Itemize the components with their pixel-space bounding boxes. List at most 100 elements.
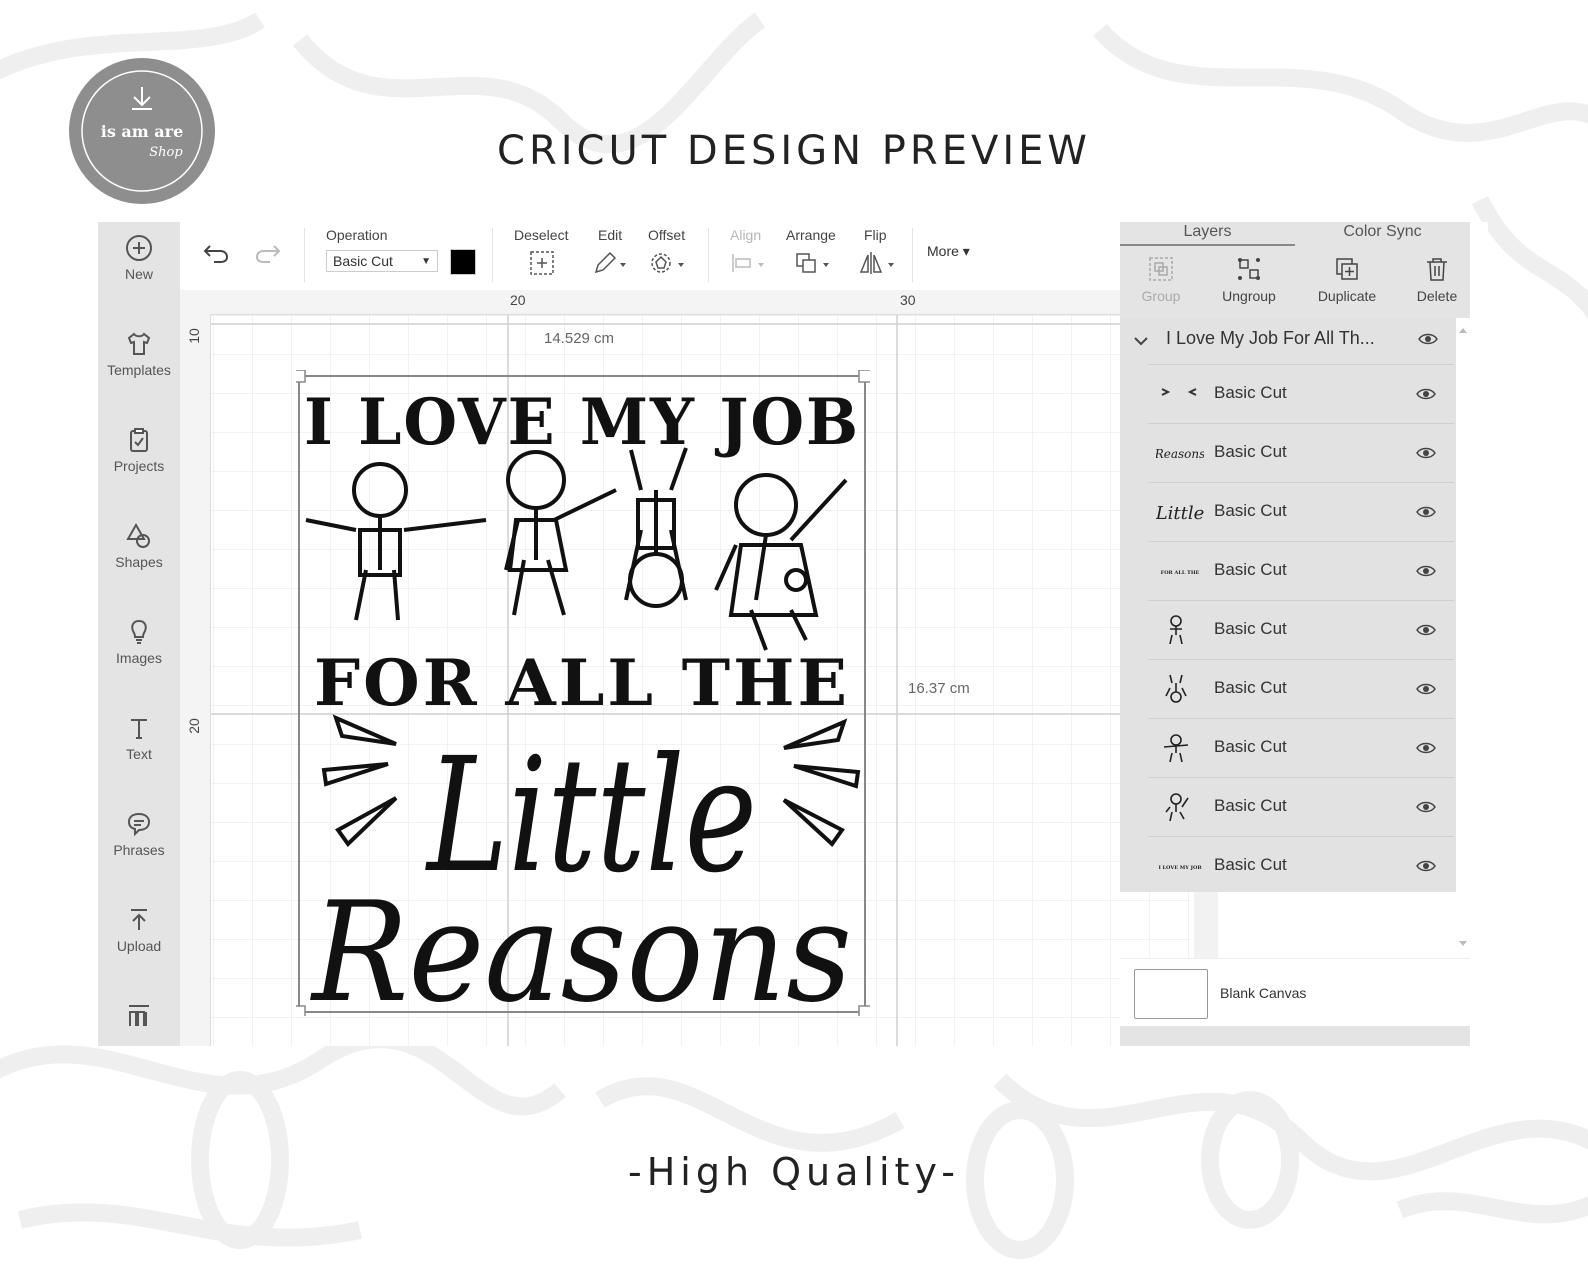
plus-circle-icon — [126, 235, 152, 261]
scroll-up-icon[interactable] — [1458, 326, 1468, 334]
resize-handle[interactable] — [858, 1005, 870, 1016]
eye-icon[interactable] — [1416, 682, 1436, 696]
layer-row[interactable]: Reasons Basic Cut — [1148, 423, 1454, 482]
height-dimension: 16.37 cm — [908, 680, 970, 697]
trash-icon — [1427, 258, 1447, 281]
offset-icon[interactable] — [648, 250, 692, 276]
layer-row[interactable]: Little Basic Cut — [1148, 482, 1454, 541]
kid-figure-1 — [305, 462, 487, 621]
layer-group-header[interactable]: I Love My Job For All Th... — [1120, 318, 1456, 364]
nav-phrases[interactable]: Phrases — [98, 798, 180, 888]
kid-figure-3 — [624, 447, 688, 608]
layer-row[interactable]: Basic Cut — [1148, 718, 1454, 777]
tab-layers[interactable]: Layers — [1120, 222, 1295, 246]
caret-down-icon: ▼ — [421, 256, 431, 267]
toolbar-divider — [708, 228, 709, 282]
chevron-down-icon[interactable] — [1134, 336, 1148, 346]
layer-row[interactable]: I LOVE MY JOB Basic Cut — [1148, 836, 1454, 895]
layer-actions: Group Ungroup Duplicate Delete — [1120, 246, 1470, 318]
nav-upload[interactable]: Upload — [98, 894, 180, 984]
ungroup-button[interactable]: Ungroup — [1214, 254, 1284, 304]
layer-label: Basic Cut — [1214, 619, 1287, 638]
blank-canvas-swatch[interactable] — [1134, 969, 1208, 1019]
eye-icon[interactable] — [1416, 564, 1436, 578]
kid-icon — [1163, 734, 1189, 763]
edit-label: Edit — [598, 227, 623, 243]
ungroup-label: Ungroup — [1222, 288, 1276, 304]
color-swatch[interactable] — [450, 249, 476, 275]
svg-text:Little: Little — [1156, 503, 1204, 524]
more-menu[interactable]: More ▾ — [927, 243, 970, 260]
eye-icon[interactable] — [1416, 446, 1436, 460]
kid-icon — [1169, 615, 1183, 645]
ruler-mark-20: 20 — [510, 292, 526, 308]
delete-button[interactable]: Delete — [1402, 254, 1472, 304]
eye-icon[interactable] — [1416, 800, 1436, 814]
ruler-mark-10: 10 — [185, 328, 202, 344]
kid-icon — [1165, 674, 1187, 703]
upload-icon — [131, 909, 147, 930]
duplicate-label: Duplicate — [1317, 288, 1377, 304]
nav-upload-label: Upload — [116, 938, 162, 954]
toolbar-divider — [912, 228, 913, 282]
ruler-mark-20-left: 20 — [185, 718, 202, 734]
clipboard-icon — [130, 428, 148, 452]
svg-text:I LOVE MY JOB: I LOVE MY JOB — [1158, 865, 1201, 871]
resize-handle[interactable] — [296, 370, 306, 383]
kid-figure-2 — [504, 450, 617, 616]
ruler-horizontal: 20 30 — [180, 290, 1190, 315]
ruler-vertical: 10 20 — [180, 314, 211, 1046]
duplicate-button[interactable]: Duplicate — [1312, 254, 1382, 304]
layer-list: I Love My Job For All Th... Basic Cut Re… — [1120, 318, 1456, 892]
eye-icon[interactable] — [1416, 623, 1436, 637]
nav-images[interactable]: Images — [98, 606, 180, 696]
layer-row[interactable]: Basic Cut — [1148, 659, 1454, 718]
layer-row[interactable]: Basic Cut — [1148, 600, 1454, 659]
scroll-down-icon[interactable] — [1458, 940, 1468, 948]
nav-new[interactable]: New — [98, 222, 180, 312]
eye-icon[interactable] — [1418, 332, 1438, 346]
kid-figure-4 — [714, 473, 848, 651]
operation-select[interactable]: Basic Cut ▼ — [326, 250, 438, 272]
deselect-icon[interactable] — [529, 250, 555, 276]
nav-projects[interactable]: Projects — [98, 414, 180, 504]
operation-value: Basic Cut — [333, 253, 393, 269]
layers-scrollbar[interactable] — [1456, 318, 1470, 958]
nav-shapes[interactable]: Shapes — [98, 510, 180, 600]
svg-text:Reasons: Reasons — [1156, 447, 1204, 461]
toolbar-divider — [492, 228, 493, 282]
panel-footer-bar — [1120, 1026, 1470, 1046]
eye-icon[interactable] — [1416, 859, 1436, 873]
undo-icon[interactable] — [202, 242, 230, 264]
selected-design[interactable]: I LOVE MY JOB FOR ALL THE Little Reasons — [296, 370, 870, 1016]
eye-icon[interactable] — [1416, 387, 1436, 401]
group-button[interactable]: Group — [1126, 254, 1196, 304]
monogram-icon — [129, 1005, 149, 1026]
layer-row[interactable]: Basic Cut — [1148, 777, 1454, 836]
arrange-label: Arrange — [786, 227, 836, 243]
toolbar-divider — [304, 228, 305, 282]
nav-templates[interactable]: Templates — [98, 318, 180, 408]
nav-monogram[interactable] — [98, 990, 180, 1046]
resize-handle[interactable] — [858, 370, 870, 383]
operation-label: Operation — [326, 227, 388, 243]
layer-label: Basic Cut — [1214, 737, 1287, 756]
kid-icon — [1165, 793, 1189, 822]
tab-color-sync[interactable]: Color Sync — [1295, 222, 1470, 246]
layer-label: Basic Cut — [1214, 678, 1287, 697]
arrange-icon[interactable] — [794, 250, 836, 276]
group-icon — [1149, 257, 1173, 281]
flip-icon[interactable] — [858, 250, 900, 276]
layer-row[interactable]: Basic Cut — [1148, 364, 1454, 423]
pencil-icon[interactable] — [592, 250, 632, 276]
eye-icon[interactable] — [1416, 741, 1436, 755]
redo-icon[interactable] — [254, 242, 282, 264]
nav-phrases-label: Phrases — [113, 842, 165, 858]
align-icon[interactable] — [730, 250, 770, 276]
nav-text[interactable]: Text — [98, 702, 180, 792]
layer-row[interactable]: FOR ALL THE Basic Cut — [1148, 541, 1454, 600]
nav-shapes-label: Shapes — [115, 554, 163, 570]
eye-icon[interactable] — [1416, 505, 1436, 519]
resize-handle[interactable] — [296, 1005, 306, 1016]
design-line-2: FOR ALL THE — [314, 646, 850, 721]
